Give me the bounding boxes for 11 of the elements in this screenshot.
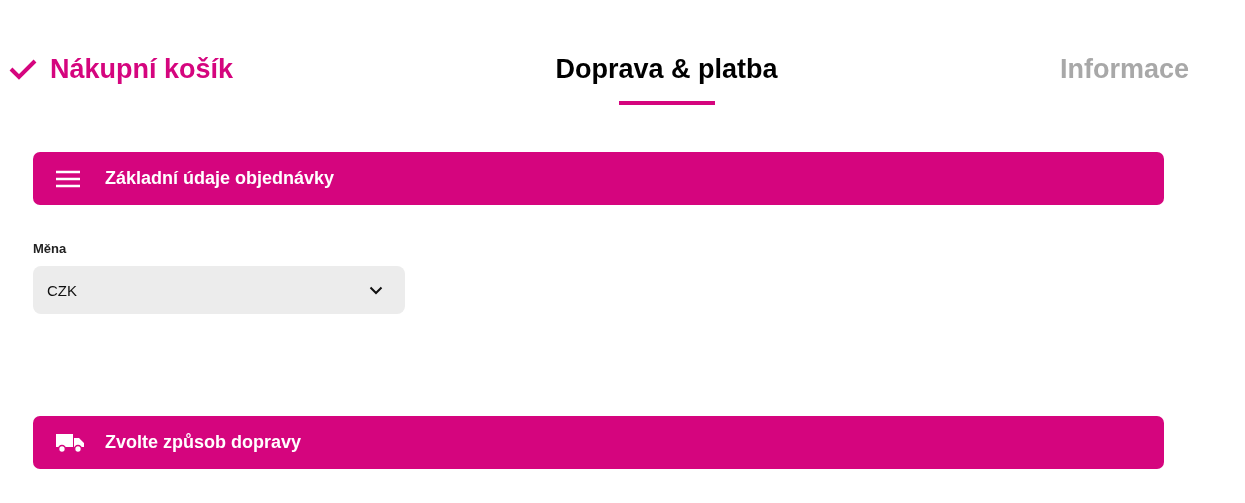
step-tab[interactable]: Doprava & platba (555, 52, 778, 86)
caret-icon (369, 285, 383, 295)
currency-dropdown[interactable]: CZK (33, 266, 405, 314)
field-label: Měna (33, 241, 68, 256)
section-header[interactable]: Zvolte způsob dopravy (33, 416, 1164, 469)
section-header[interactable]: Základní údaje objednávky (33, 152, 1164, 205)
section-title: Zvolte způsob dopravy (105, 432, 302, 453)
truck-icon (56, 432, 84, 453)
section-title: Základní údaje objednávky (105, 168, 335, 189)
step-tab[interactable]: Nákupní košík (50, 52, 234, 86)
check-icon (8, 57, 38, 81)
